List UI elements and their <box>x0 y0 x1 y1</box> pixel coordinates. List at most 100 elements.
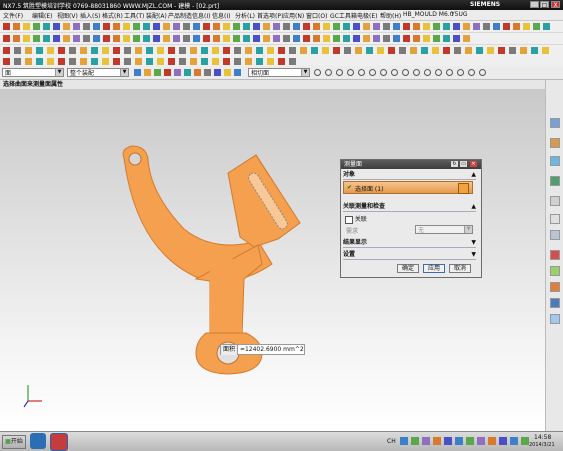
object-section-header[interactable]: 对象 ▲ <box>343 170 476 180</box>
feature-command-icon[interactable] <box>183 35 190 42</box>
toolbar-command-icon[interactable] <box>513 23 520 30</box>
snap-point-icon[interactable] <box>402 69 409 76</box>
toolbar-command-icon[interactable] <box>463 23 470 30</box>
curve-command-icon[interactable] <box>157 47 164 54</box>
toolbar-command-icon[interactable] <box>523 23 530 30</box>
feature-command-icon[interactable] <box>103 35 110 42</box>
edit-command-icon[interactable] <box>190 58 197 65</box>
curve-command-icon[interactable] <box>311 47 318 54</box>
toolbar-command-icon[interactable] <box>13 23 20 30</box>
feature-command-icon[interactable] <box>73 35 80 42</box>
toolbar-command-icon[interactable] <box>503 23 510 30</box>
toolbar-command-icon[interactable] <box>83 23 90 30</box>
tray-icon[interactable] <box>488 437 496 445</box>
snap-point-icon[interactable] <box>424 69 431 76</box>
toolbar-command-icon[interactable] <box>403 23 410 30</box>
face-cube-icon[interactable] <box>458 183 469 194</box>
toolbar-command-icon[interactable] <box>283 23 290 30</box>
curve-command-icon[interactable] <box>300 47 307 54</box>
menu-tools[interactable]: 工具(T) <box>124 11 144 20</box>
feature-command-icon[interactable] <box>323 35 330 42</box>
checkbox-box[interactable] <box>345 215 353 224</box>
toolbar-command-icon[interactable] <box>33 23 40 30</box>
feature-command-icon[interactable] <box>303 35 310 42</box>
tray-icon[interactable] <box>400 437 408 445</box>
toolbar-command-icon[interactable] <box>243 23 250 30</box>
edit-command-icon[interactable] <box>278 58 285 65</box>
feature-command-icon[interactable] <box>43 35 50 42</box>
menu-window[interactable]: 窗口(O) <box>306 11 327 20</box>
feature-command-icon[interactable] <box>23 35 30 42</box>
toolbar-command-icon[interactable] <box>63 23 70 30</box>
feature-command-icon[interactable] <box>83 35 90 42</box>
edit-command-icon[interactable] <box>36 58 43 65</box>
curve-command-icon[interactable] <box>399 47 406 54</box>
selection-tool-icon[interactable] <box>194 69 201 76</box>
feature-command-icon[interactable] <box>443 35 450 42</box>
selection-tool-icon[interactable] <box>154 69 161 76</box>
edit-command-icon[interactable] <box>256 58 263 65</box>
feature-command-icon[interactable] <box>203 35 210 42</box>
close-button[interactable]: X <box>551 1 560 9</box>
system-scenes-icon[interactable] <box>550 314 560 324</box>
feature-command-icon[interactable] <box>233 35 240 42</box>
edit-command-icon[interactable] <box>179 58 186 65</box>
feature-command-icon[interactable] <box>63 35 70 42</box>
edit-command-icon[interactable] <box>124 58 131 65</box>
toolbar-command-icon[interactable] <box>443 23 450 30</box>
toolbar-command-icon[interactable] <box>543 23 550 30</box>
curve-command-icon[interactable] <box>344 47 351 54</box>
feature-command-icon[interactable] <box>383 35 390 42</box>
curve-command-icon[interactable] <box>135 47 142 54</box>
edit-command-icon[interactable] <box>201 58 208 65</box>
curve-command-icon[interactable] <box>80 47 87 54</box>
association-section-header[interactable]: 关联测量和检查 ▲ <box>343 202 476 212</box>
snap-point-icon[interactable] <box>314 69 321 76</box>
part-shank-stem[interactable] <box>210 259 242 339</box>
snap-point-icon[interactable] <box>457 69 464 76</box>
curve-command-icon[interactable] <box>377 47 384 54</box>
nx-app-icon[interactable] <box>50 433 68 451</box>
face-rule-select[interactable]: 相切面 ▼ <box>248 68 310 77</box>
toolbar-command-icon[interactable] <box>73 23 80 30</box>
feature-command-icon[interactable] <box>163 35 170 42</box>
selection-tool-icon[interactable] <box>204 69 211 76</box>
tray-icon[interactable] <box>466 437 474 445</box>
toolbar-command-icon[interactable] <box>303 23 310 30</box>
toolbar-command-icon[interactable] <box>103 23 110 30</box>
menu-application[interactable]: 应用(N) <box>283 11 304 20</box>
curve-command-icon[interactable] <box>421 47 428 54</box>
feature-command-icon[interactable] <box>33 35 40 42</box>
curve-command-icon[interactable] <box>520 47 527 54</box>
system-materials-icon[interactable] <box>550 250 560 260</box>
assembly-scope-select[interactable]: 整个装配 ▼ <box>67 68 129 77</box>
selection-tool-icon[interactable] <box>134 69 141 76</box>
toolbar-command-icon[interactable] <box>113 23 120 30</box>
curve-command-icon[interactable] <box>476 47 483 54</box>
feature-command-icon[interactable] <box>403 35 410 42</box>
curve-command-icon[interactable] <box>245 47 252 54</box>
selection-tool-icon[interactable] <box>234 69 241 76</box>
toolbar-command-icon[interactable] <box>23 23 30 30</box>
toolbar-command-icon[interactable] <box>233 23 240 30</box>
menu-y5ug[interactable]: Y5UG <box>451 11 468 18</box>
toolbar-command-icon[interactable] <box>3 23 10 30</box>
curve-command-icon[interactable] <box>278 47 285 54</box>
snap-point-icon[interactable] <box>347 69 354 76</box>
feature-command-icon[interactable] <box>313 35 320 42</box>
toolbar-command-icon[interactable] <box>383 23 390 30</box>
feature-command-icon[interactable] <box>343 35 350 42</box>
snap-point-icon[interactable] <box>325 69 332 76</box>
edit-command-icon[interactable] <box>80 58 87 65</box>
menu-view[interactable]: 视图(V) <box>57 11 78 20</box>
curve-command-icon[interactable] <box>234 47 241 54</box>
edit-command-icon[interactable] <box>223 58 230 65</box>
feature-command-icon[interactable] <box>453 35 460 42</box>
toolbar-command-icon[interactable] <box>473 23 480 30</box>
curve-command-icon[interactable] <box>201 47 208 54</box>
toolbar-command-icon[interactable] <box>333 23 340 30</box>
snap-point-icon[interactable] <box>413 69 420 76</box>
curve-command-icon[interactable] <box>179 47 186 54</box>
feature-command-icon[interactable] <box>273 35 280 42</box>
selection-tool-icon[interactable] <box>164 69 171 76</box>
